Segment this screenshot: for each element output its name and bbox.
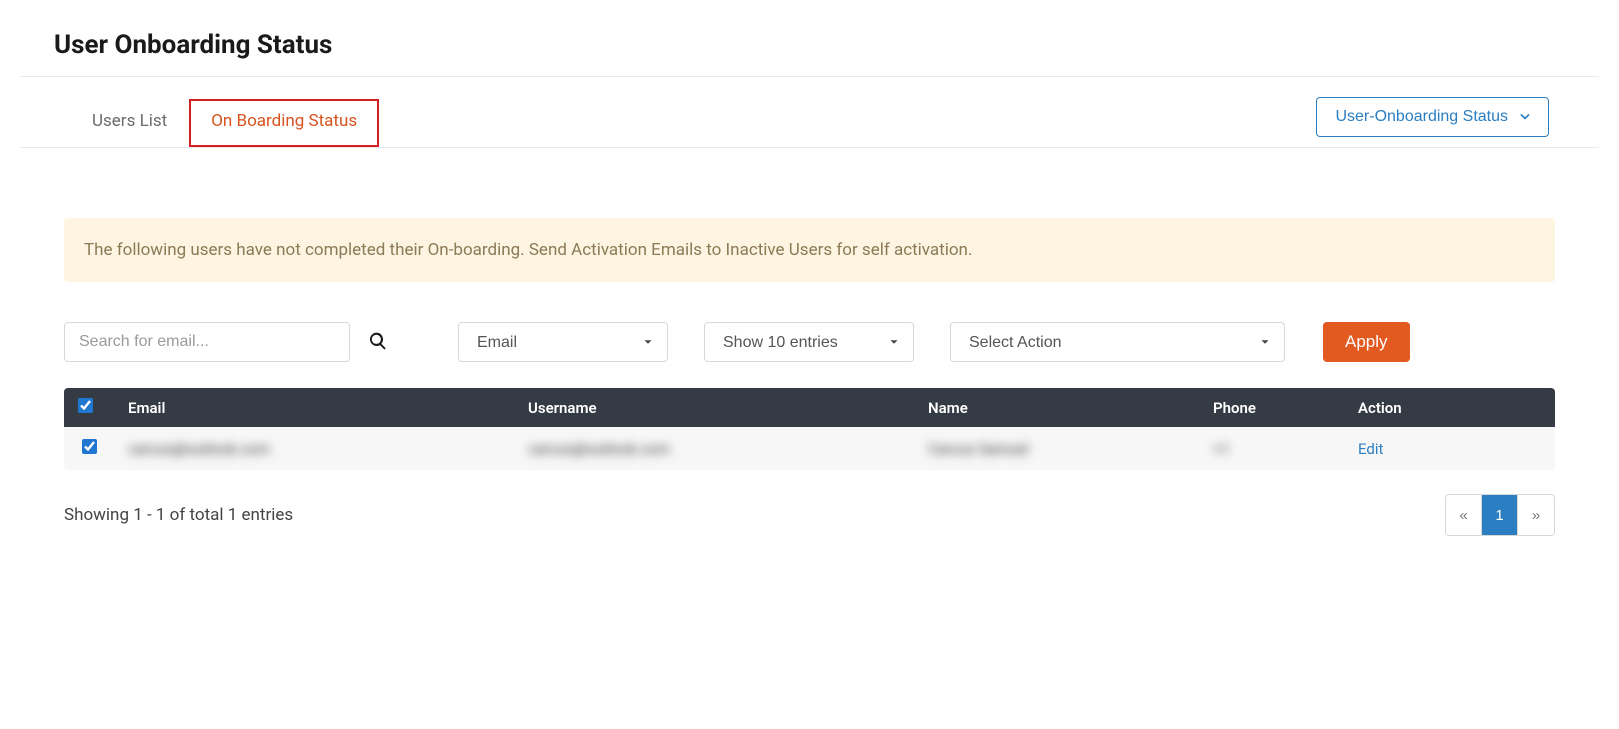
search-input[interactable] [64,322,350,362]
cell-email: carcus@outlook.com [114,427,514,470]
tabs: Users List On Boarding Status [70,98,379,146]
table-header-row: Email Username Name Phone Action [64,388,1555,427]
table-row: carcus@outlook.com carcus@outlook.com Ca… [64,427,1555,470]
cell-action: Edit [1344,427,1555,470]
row-checkbox-cell [64,427,114,470]
cell-phone: +1 [1199,427,1344,470]
cell-name: Carcus Samuel [914,427,1199,470]
chevron-down-icon [1518,110,1532,124]
search-button[interactable] [364,327,392,358]
header-name: Name [914,388,1199,427]
search-icon [368,331,388,351]
page-title: User Onboarding Status [54,30,1565,60]
pagination-page-1[interactable]: 1 [1482,495,1518,535]
pagination-prev[interactable]: « [1446,495,1482,535]
header-email: Email [114,388,514,427]
pagination: « 1 » [1445,494,1555,536]
cell-username: carcus@outlook.com [514,427,914,470]
header-username: Username [514,388,914,427]
header-checkbox-cell [64,388,114,427]
dropdown-label: User-Onboarding Status [1335,108,1508,126]
header-phone: Phone [1199,388,1344,427]
pagination-next[interactable]: » [1518,495,1554,535]
edit-link[interactable]: Edit [1358,440,1383,458]
select-all-checkbox[interactable] [78,398,93,413]
users-table: Email Username Name Phone Action carcus@… [64,388,1555,470]
entries-select[interactable]: Show 10 entries [704,322,914,362]
apply-button[interactable]: Apply [1323,322,1410,362]
bulk-action-select[interactable]: Select Action [950,322,1285,362]
tab-onboarding-status[interactable]: On Boarding Status [189,99,379,147]
row-checkbox[interactable] [82,439,97,454]
tab-users-list[interactable]: Users List [70,99,189,147]
header-action: Action [1344,388,1555,427]
showing-text: Showing 1 - 1 of total 1 entries [64,505,293,525]
controls-row: Email Show 10 entries Select Action Appl… [64,322,1555,362]
info-banner: The following users have not completed t… [64,218,1555,282]
column-filter-select[interactable]: Email [458,322,668,362]
tabs-row: Users List On Boarding Status User-Onboa… [20,77,1599,148]
user-onboarding-status-dropdown[interactable]: User-Onboarding Status [1316,97,1549,137]
table-footer: Showing 1 - 1 of total 1 entries « 1 » [64,470,1555,576]
